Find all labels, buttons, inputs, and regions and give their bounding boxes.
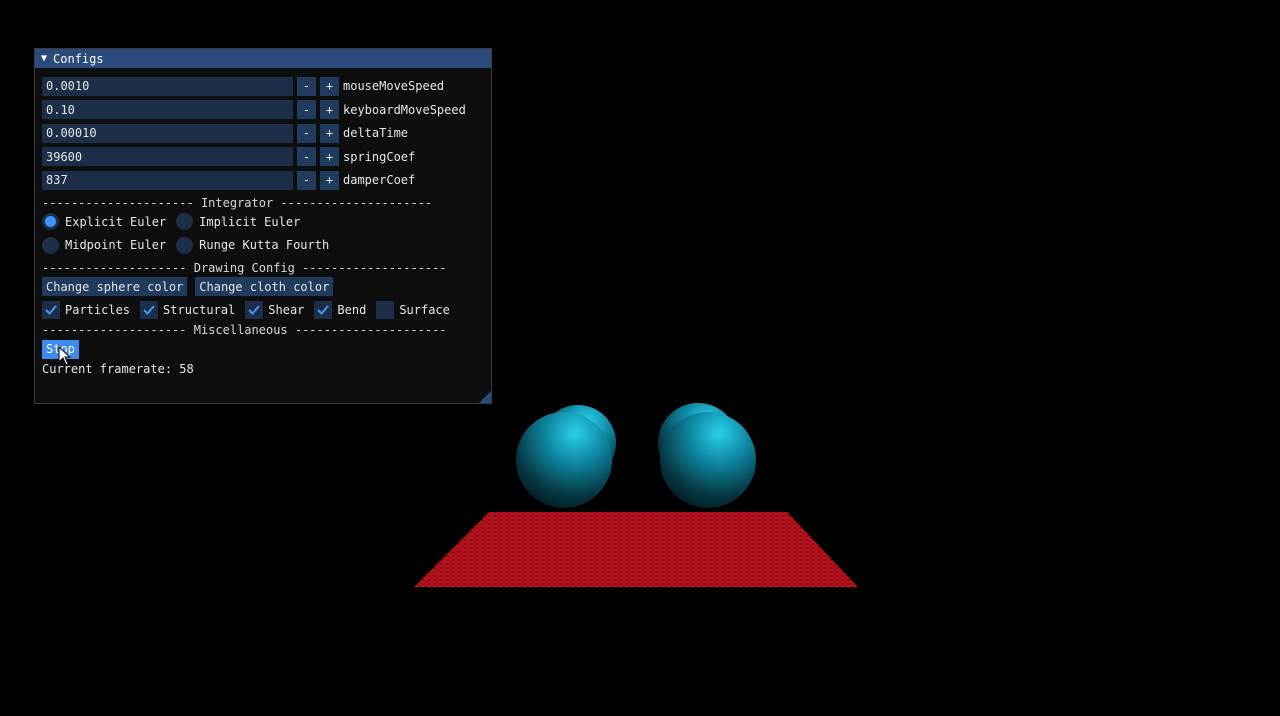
- change-cloth-color-button[interactable]: Change cloth color: [195, 277, 334, 296]
- field-label: damperCoef: [343, 173, 416, 187]
- change-sphere-color-button[interactable]: Change sphere color: [42, 277, 188, 296]
- window-title: Configs: [53, 51, 104, 66]
- radio-label: Implicit Euler: [199, 214, 301, 229]
- checkbox-label: Shear: [268, 303, 305, 317]
- configs-title-bar[interactable]: ▼ Configs: [35, 49, 491, 68]
- spheres: [516, 403, 756, 508]
- radio-implicit-euler[interactable]: Implicit Euler: [176, 213, 300, 230]
- misc-separator: -------------------- Miscellaneous -----…: [42, 323, 447, 337]
- integrator-separator: --------------------- Integrator -------…: [42, 195, 433, 210]
- radio-empty-icon: [42, 236, 59, 254]
- checkbox-label: Bend: [337, 303, 367, 317]
- checkmark-icon: [314, 301, 333, 319]
- field-row-damper-coef: 837 - + damperCoef: [42, 170, 484, 190]
- drawing-separator: -------------------- Drawing Config ----…: [42, 260, 447, 275]
- integrator-radio-row: Explicit Euler Implicit Euler: [42, 212, 484, 232]
- field-label: keyboardMoveSpeed: [343, 102, 466, 117]
- checkbox-label: Surface: [399, 303, 450, 317]
- draw-checkbox-row: Particles Structural Shear Bend Surface: [42, 300, 484, 320]
- checkbox-label: Structural: [163, 303, 236, 317]
- increment-button[interactable]: +: [320, 170, 339, 190]
- decrement-button[interactable]: -: [297, 123, 316, 143]
- checkmark-icon: [245, 301, 264, 319]
- increment-button[interactable]: +: [320, 100, 339, 119]
- cloth: [414, 512, 858, 587]
- field-row-mouse-move-speed: 0.0010 - + mouseMoveSpeed: [42, 76, 484, 96]
- sphere-right-back: [658, 403, 738, 483]
- checkbox-structural[interactable]: Structural: [140, 301, 235, 319]
- checkbox-bend[interactable]: Bend: [314, 301, 366, 319]
- collapse-triangle-icon[interactable]: ▼: [41, 53, 47, 64]
- mouse-move-speed-input[interactable]: 0.0010: [42, 76, 293, 96]
- decrement-button[interactable]: -: [297, 170, 316, 190]
- configs-window[interactable]: ▼ Configs 0.0010 - + mouseMoveSpeed 0.10…: [34, 48, 492, 404]
- radio-selected-icon: [42, 213, 59, 230]
- sphere-left: [516, 412, 612, 508]
- radio-label: Midpoint Euler: [65, 238, 167, 252]
- delta-time-input[interactable]: 0.00010: [42, 123, 293, 143]
- damper-coef-input[interactable]: 837: [42, 170, 293, 190]
- field-row-delta-time: 0.00010 - + deltaTime: [42, 123, 484, 143]
- field-label: springCoef: [343, 149, 416, 164]
- sphere-right: [660, 412, 756, 508]
- framerate-row: Current framerate: 58: [42, 359, 484, 379]
- sphere-left-back: [540, 405, 616, 481]
- decrement-button[interactable]: -: [297, 100, 316, 119]
- field-label: deltaTime: [343, 126, 409, 140]
- resize-grip-icon[interactable]: [479, 391, 491, 403]
- checkmark-icon: [42, 301, 60, 319]
- increment-button[interactable]: +: [320, 123, 339, 143]
- field-row-spring-coef: 39600 - + springCoef: [42, 147, 484, 167]
- checkbox-particles[interactable]: Particles: [42, 301, 130, 319]
- checkmark-icon: [140, 301, 159, 319]
- radio-empty-icon: [176, 213, 194, 230]
- keyboard-move-speed-input[interactable]: 0.10: [42, 100, 293, 119]
- radio-runge-kutta-fourth[interactable]: Runge Kutta Fourth: [176, 236, 330, 254]
- decrement-button[interactable]: -: [297, 147, 316, 166]
- increment-button[interactable]: +: [320, 76, 339, 96]
- radio-label: Explicit Euler: [65, 214, 167, 229]
- radio-label: Runge Kutta Fourth: [199, 238, 330, 252]
- radio-midpoint-euler[interactable]: Midpoint Euler: [42, 236, 167, 254]
- color-buttons-row: Change sphere color Change cloth color: [42, 277, 484, 297]
- unchecked-box-icon: [376, 301, 395, 319]
- checkbox-label: Particles: [65, 303, 131, 317]
- stop-row: Stop: [42, 339, 484, 359]
- increment-button[interactable]: +: [320, 147, 339, 166]
- checkbox-shear[interactable]: Shear: [245, 301, 304, 319]
- radio-explicit-euler[interactable]: Explicit Euler: [42, 213, 166, 230]
- field-label: mouseMoveSpeed: [343, 79, 445, 93]
- checkbox-surface[interactable]: Surface: [376, 301, 450, 319]
- integrator-radio-row: Midpoint Euler Runge Kutta Fourth: [42, 235, 484, 255]
- mouse-cursor-icon: [58, 346, 72, 366]
- radio-empty-icon: [176, 236, 194, 254]
- decrement-button[interactable]: -: [297, 76, 316, 96]
- field-row-keyboard-move-speed: 0.10 - + keyboardMoveSpeed: [42, 100, 484, 120]
- spring-coef-input[interactable]: 39600: [42, 147, 293, 166]
